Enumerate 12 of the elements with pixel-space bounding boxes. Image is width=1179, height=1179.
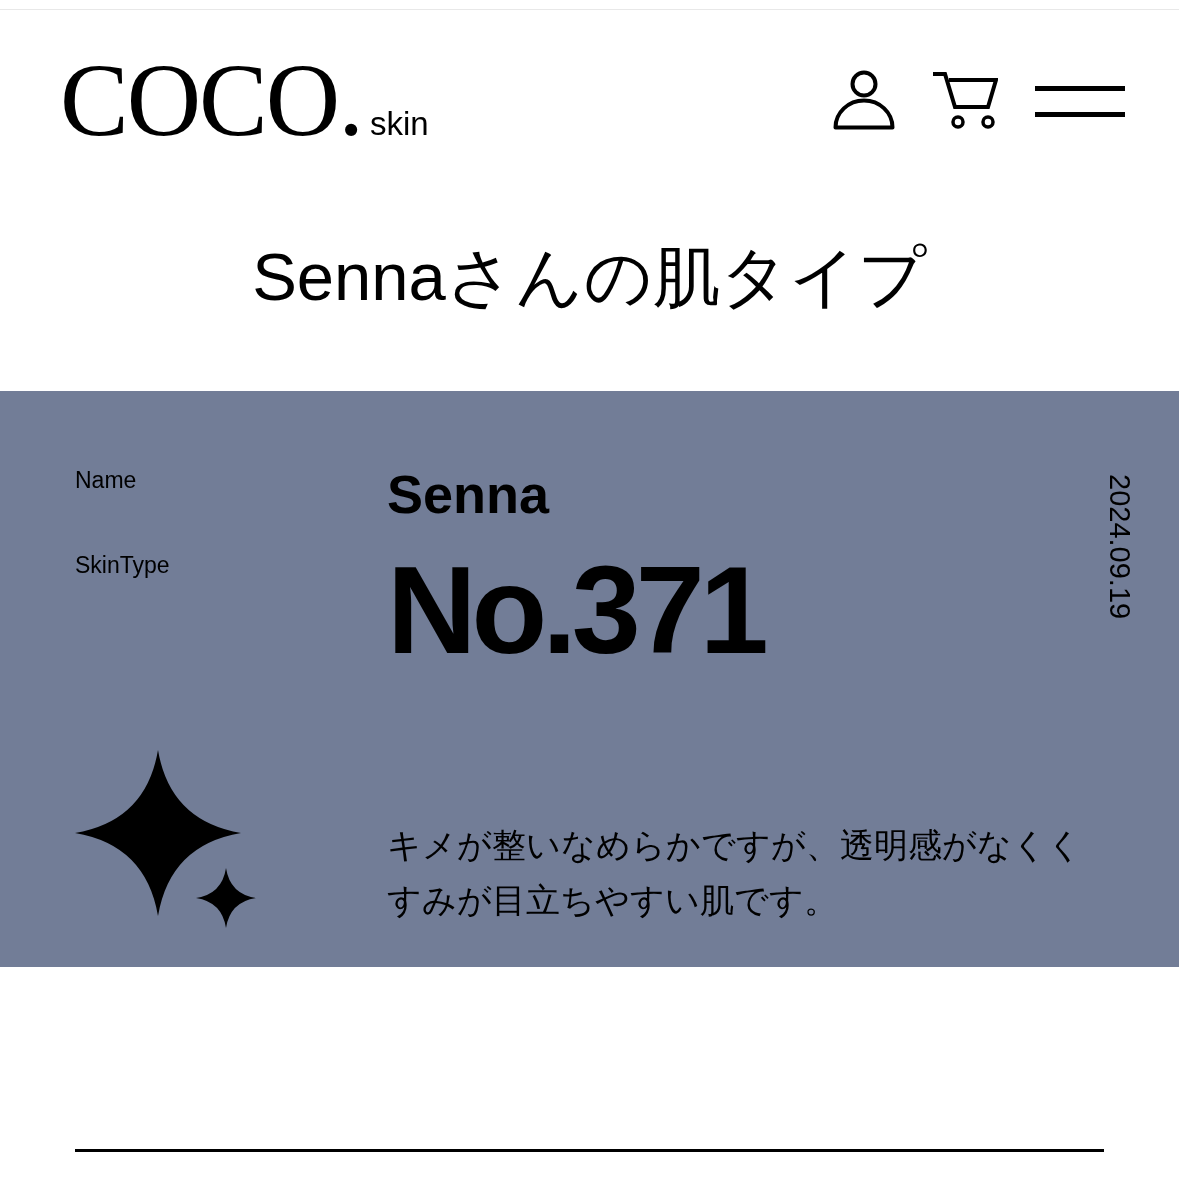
user-icon[interactable] <box>833 70 895 130</box>
skin-type-number: No.371 <box>387 548 764 672</box>
description-text: キメが整いなめらかですが、透明感がなくくすみが目立ちやすい肌です。 <box>387 824 1083 921</box>
cart-icon[interactable] <box>932 71 998 129</box>
logo-wordmark[interactable]: COCO. <box>60 49 362 152</box>
date-text: 2024.09.19 <box>1103 474 1135 620</box>
name-value: Senna <box>387 463 550 526</box>
menu-icon[interactable] <box>1035 85 1125 117</box>
field-label: Name <box>75 467 137 495</box>
page-title: Sennaさんの肌タイプ <box>251 238 928 316</box>
field-label: SkinType <box>75 552 170 580</box>
logo-suffix: skin <box>369 107 429 140</box>
